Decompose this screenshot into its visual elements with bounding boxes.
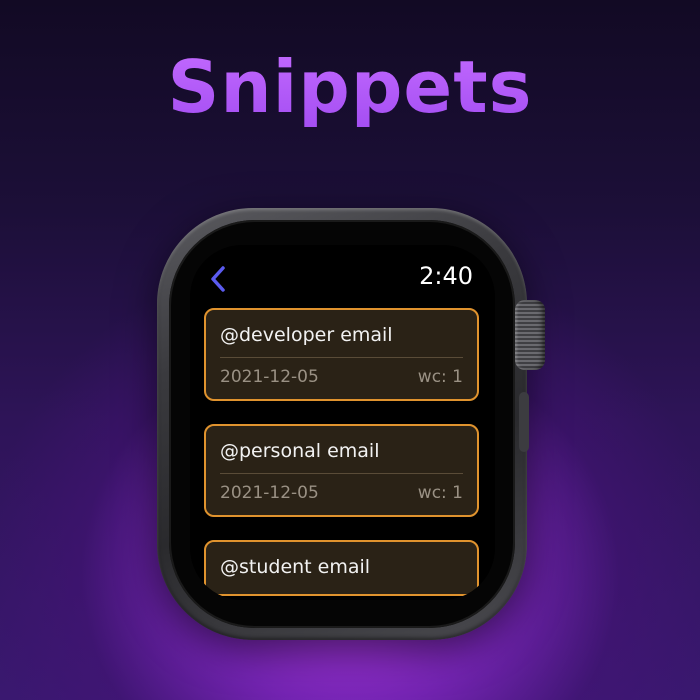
page-title: Snippets — [0, 42, 700, 132]
snippet-title: @student email — [220, 556, 371, 578]
snippet-word-count: wc: 1 — [417, 367, 463, 387]
snippet-list[interactable]: @developer email 2021-12-05 wc: 1 @perso… — [204, 308, 479, 600]
snippet-meta: 2021-12-05 wc: 1 — [220, 480, 463, 506]
snippet-title: @personal email — [220, 440, 380, 462]
snippet-meta: 2021-12-05 wc: 1 — [220, 364, 463, 390]
snippet-card[interactable]: @personal email 2021-12-05 wc: 1 — [204, 424, 479, 517]
snippet-date: 2021-12-05 — [220, 367, 319, 387]
snippet-card[interactable]: @student email — [204, 540, 479, 596]
watch-screen: 2:40 @developer email 2021-12-05 wc: 1 @… — [190, 245, 495, 600]
snippet-word-count: wc: 1 — [417, 483, 463, 503]
status-bar: 2:40 — [190, 245, 495, 305]
chevron-left-icon[interactable] — [208, 265, 228, 293]
snippet-date: 2021-12-05 — [220, 483, 319, 503]
clock-time: 2:40 — [419, 262, 473, 290]
snippet-card[interactable]: @developer email 2021-12-05 wc: 1 — [204, 308, 479, 401]
snippet-title: @developer email — [220, 324, 393, 346]
card-divider — [220, 357, 463, 358]
card-divider — [220, 473, 463, 474]
side-button[interactable] — [519, 392, 529, 452]
digital-crown[interactable] — [515, 300, 545, 370]
